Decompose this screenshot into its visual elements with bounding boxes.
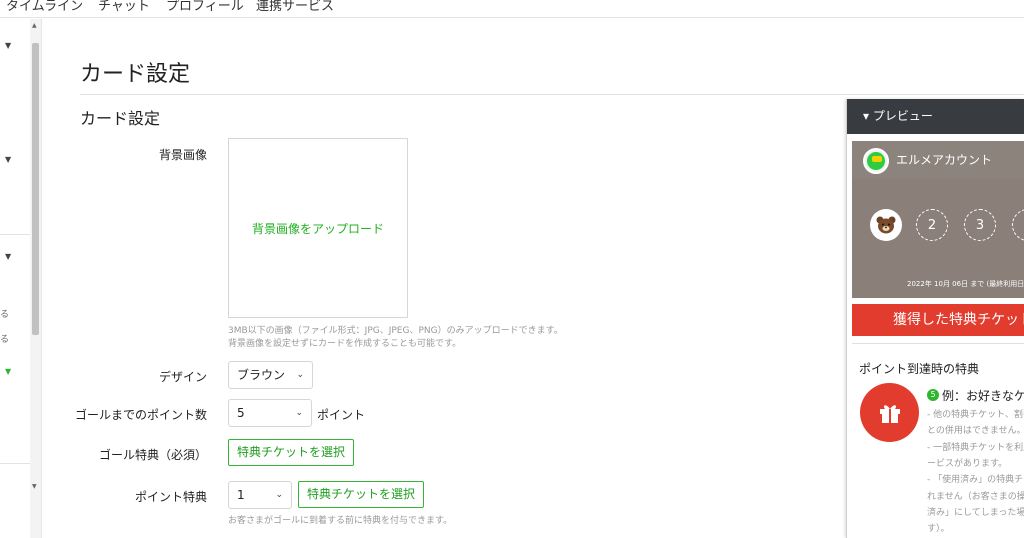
acquired-tickets-button[interactable]: 獲得した特典チケット	[852, 304, 1024, 336]
page-title: カード設定	[80, 62, 191, 87]
tab-profile[interactable]: プロフィール	[166, 0, 244, 14]
point-reward-value: 1	[237, 488, 245, 502]
preview-divider	[852, 343, 1024, 344]
preview-panel: ▾ プレビュー エルメアカウント 2 3 4 2022年 10月 06日 まで …	[846, 99, 1024, 538]
stamp-slot: 4	[1012, 209, 1024, 241]
tab-chat[interactable]: チャット	[98, 0, 150, 14]
background-image-upload-area[interactable]: 背景画像をアップロード	[228, 138, 408, 318]
expiry-date: 2022年 10月 06日 まで (最終利用日	[907, 280, 1024, 288]
point-reward-select[interactable]: 1 ⌄	[228, 481, 292, 509]
design-label: デザイン	[158, 370, 207, 384]
point-reward-label: ポイント特典	[134, 490, 207, 504]
reward-note: す）。	[927, 524, 950, 534]
scroll-down-icon[interactable]: ▼	[32, 483, 37, 490]
scroll-up-icon[interactable]: ▲	[32, 22, 37, 29]
reward-section-title: ポイント到達時の特典	[859, 362, 980, 376]
gift-icon	[860, 383, 919, 442]
preview-header[interactable]: ▾ プレビュー	[847, 99, 1024, 134]
top-navigation: タイムライン チャット プロフィール 連携サービス	[0, 0, 1024, 18]
reward-note: - 一部特典チケットを利用	[927, 443, 1024, 453]
point-card-preview: エルメアカウント 2 3 4 2022年 10月 06日 まで (最終利用日	[852, 141, 1024, 298]
goal-points-label: ゴールまでのポイント数	[74, 408, 207, 422]
goal-points-value: 5	[237, 406, 245, 420]
sidebar-divider	[0, 463, 30, 464]
account-logo-icon	[863, 148, 889, 174]
select-goal-ticket-button[interactable]: 特典チケットを選択	[228, 439, 355, 466]
sidebar-item-fragment[interactable]: る	[0, 307, 9, 320]
account-bar: エルメアカウント	[852, 141, 1024, 179]
select-point-ticket-button[interactable]: 特典チケットを選択	[298, 481, 425, 508]
tab-timeline[interactable]: タイムライン	[6, 0, 83, 14]
section-title: カード設定	[80, 109, 161, 128]
point-reward-hint: お客さまがゴールに到着する前に特典を付与できます。	[228, 516, 453, 526]
design-select[interactable]: ブラウン ⌄	[228, 361, 313, 389]
sidebar-divider	[0, 234, 30, 235]
chevron-down-icon: ⌄	[296, 370, 304, 380]
account-name: エルメアカウント	[896, 153, 993, 167]
reward-note: - 「使用済み」の特典チケ	[927, 475, 1024, 485]
sidebar-collapse-caret-icon[interactable]: ▼	[5, 41, 11, 50]
bear-stamp-icon	[870, 209, 902, 241]
goal-reward-label: ゴール特典（必須）	[98, 448, 207, 462]
upload-hint: 3MB以下の画像（ファイル形式：JPG、JPEG、PNG）のみアップロードできま…	[228, 326, 563, 336]
reward-note: - 他の特典チケット、割引	[927, 410, 1024, 420]
reward-note: れません（お客さまの操	[927, 492, 1024, 502]
sidebar-item-fragment[interactable]: る	[0, 332, 9, 345]
chevron-down-icon: ⌄	[295, 408, 303, 418]
upload-hint: 背景画像を設定せずにカードを作成することも可能です。	[228, 339, 462, 349]
reward-note: との併用はできません。	[927, 426, 1024, 436]
reward-note: ービスがあります。	[927, 459, 1008, 469]
sidebar-active-caret-icon[interactable]: ▼	[5, 367, 11, 376]
stamp-slot: 2	[916, 209, 948, 241]
title-divider	[80, 94, 1024, 95]
background-image-label: 背景画像	[158, 148, 207, 162]
reward-title: 例：お好きなケー	[942, 389, 1024, 403]
tab-integrations[interactable]: 連携サービス	[256, 0, 334, 14]
reward-note: 済み」にしてしまった場	[927, 508, 1024, 518]
goal-points-select[interactable]: 5 ⌄	[228, 399, 312, 427]
sidebar-collapse-caret-icon[interactable]: ▼	[5, 155, 11, 164]
points-unit: ポイント	[317, 408, 366, 422]
sidebar-collapse-caret-icon[interactable]: ▼	[5, 252, 11, 261]
upload-background-link[interactable]: 背景画像をアップロード	[252, 220, 384, 237]
scrollbar-thumb[interactable]	[32, 43, 39, 335]
sidebar: ▼ ▼ ▼ る る ▼ ▲ ▼	[0, 19, 42, 538]
design-select-value: ブラウン	[237, 368, 286, 382]
reward-points-badge: 5	[927, 389, 939, 401]
chevron-down-icon: ⌄	[275, 490, 283, 500]
stamp-slot: 3	[964, 209, 996, 241]
